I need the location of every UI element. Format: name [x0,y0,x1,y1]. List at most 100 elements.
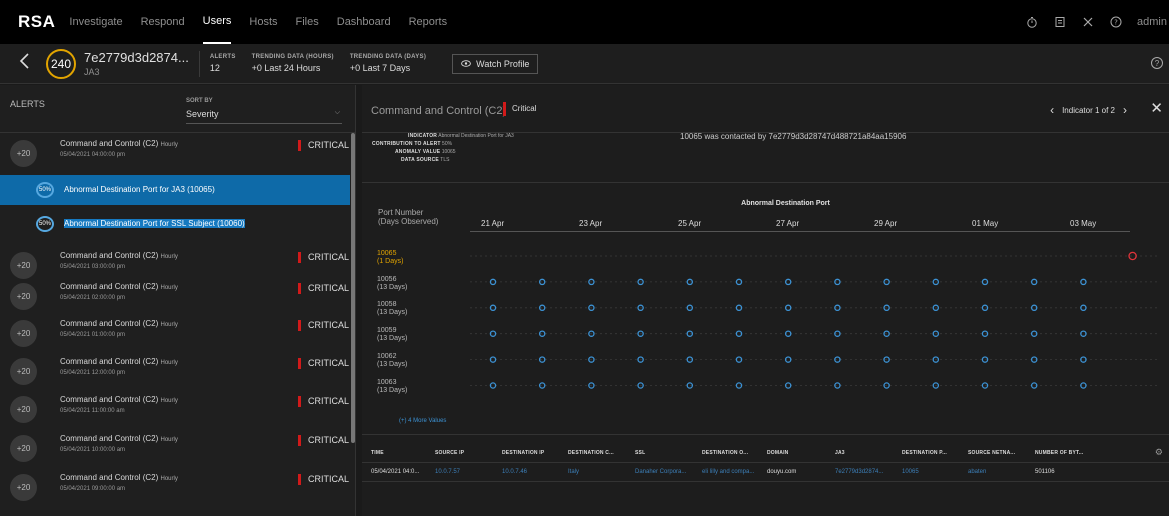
col-ja3[interactable]: JA3 [835,450,845,456]
row-header-text: Port Number [378,208,424,217]
events-table: TIME SOURCE IP DESTINATION IP DESTINATIO… [362,434,1169,516]
col-destination-ip[interactable]: DESTINATION IP [502,450,544,456]
alert-row[interactable]: +20 Command and Control (C2) Hourly 05/0… [0,276,350,315]
date-tick: 03 May [1070,219,1097,228]
alert-severity: CRITICAL [298,396,349,407]
cell-destination-org[interactable]: eli lilly and compa... [702,469,754,475]
indicator-pager-text: Indicator 1 of 2 [1062,105,1115,115]
alert-row[interactable]: +20 Command and Control (C2) Hourly 05/0… [0,133,350,172]
trend-hours-label: TRENDING DATA (HOURS) [251,54,334,60]
col-destination-country[interactable]: DESTINATION C... [568,450,614,456]
watch-profile-button[interactable]: Watch Profile [452,53,539,74]
port-number: 10065 [377,250,397,257]
cell-destination-ip[interactable]: 10.0.7.46 [502,469,527,475]
contribution-value: 50% [442,141,453,147]
table-row[interactable]: 05/04/2021 04:0... 10.0.7.57 10.0.7.46 I… [362,464,1169,482]
more-values-link[interactable]: (+) 4 More Values [399,418,446,424]
alerts-stat: ALERTS 12 [210,54,236,73]
alert-title: Command and Control (C2) Hourly [60,473,178,482]
timer-icon[interactable] [1025,15,1039,29]
alerts-stat-label: ALERTS [209,54,236,60]
port-label: 10062 (13 Days) [377,353,407,369]
col-number-of-bytes[interactable]: NUMBER OF BYT... [1035,450,1083,456]
col-destination-port[interactable]: DESTINATION P... [902,450,947,456]
sort-select-value: Severity [186,109,219,119]
indicator-row[interactable]: 50% Abnormal Destination Port for SSL Su… [0,209,350,239]
prev-indicator-icon[interactable]: ‹ [1050,103,1054,117]
port-days: (13 Days) [377,335,408,342]
alert-frequency: Hourly [160,360,178,366]
eye-icon [461,59,472,69]
indicator-percent: 50% [36,182,54,198]
alert-frequency: Hourly [160,142,178,148]
nav-users[interactable]: Users [202,0,232,44]
cell-time: 05/04/2021 04:0... [371,469,420,475]
cell-source-netname[interactable]: abaten [968,469,986,475]
cell-source-ip[interactable]: 10.0.7.57 [435,469,460,475]
rsa-logo[interactable]: RSA [18,12,55,32]
alert-row[interactable]: +20 Command and Control (C2) Hourly 05/0… [0,428,350,467]
port-days: (13 Days) [377,361,408,368]
nav-hosts[interactable]: Hosts [249,0,277,44]
alert-title-text: Command and Control (C2) [60,319,159,328]
port-days: (1 Days) [377,258,404,265]
next-indicator-icon[interactable]: › [1123,103,1127,117]
cell-destination-country[interactable]: Italy [568,469,579,475]
nav-investigate[interactable]: Investigate [69,0,122,44]
alert-severity: CRITICAL [298,435,349,446]
col-destination-org[interactable]: DESTINATION O... [702,450,748,456]
nav-right: ? admin [1025,0,1169,44]
port-days: (13 Days) [377,284,408,291]
alert-date: 05/04/2021 12:00:00 pm [60,370,126,376]
col-source-netname[interactable]: SOURCE NETNA... [968,450,1015,456]
alert-row[interactable]: +20 Command and Control (C2) Hourly 05/0… [0,389,350,428]
help-icon[interactable]: ? [1109,15,1123,29]
alerts-scrollbar[interactable] [351,133,355,443]
nav-reports[interactable]: Reports [409,0,448,44]
col-domain[interactable]: DOMAIN [767,450,788,456]
page-help-icon[interactable]: ? [1151,57,1163,69]
alert-severity: CRITICAL [298,140,349,151]
indicator-pager: ‹ Indicator 1 of 2 › [1042,103,1135,117]
sort-select[interactable]: Severity ⌵ [186,109,342,124]
nav-files[interactable]: Files [296,0,319,44]
back-button[interactable] [18,52,40,76]
nav-respond[interactable]: Respond [141,0,185,44]
gear-icon[interactable]: ⚙ [1155,447,1163,458]
port-number: 10059 [377,327,397,334]
alert-frequency: Hourly [160,254,178,260]
cell-destination-port[interactable]: 10065 [902,469,919,475]
user-menu[interactable]: admin [1137,16,1167,28]
col-ssl[interactable]: SSL [635,450,645,456]
abnormal-port-chart: Abnormal Destination Port Port Number (D… [362,182,1169,434]
port-number: 10056 [377,276,397,283]
tools-icon[interactable] [1081,15,1095,29]
nav-dashboard[interactable]: Dashboard [337,0,391,44]
port-days: (13 Days) [377,387,408,394]
detail-header: Command and Control (C2) Critical ‹ Indi… [362,85,1169,133]
col-source-ip[interactable]: SOURCE IP [435,450,464,456]
entity-header: 240 7e2779d3d2874... JA3 ALERTS 12 TREND… [0,44,1169,84]
indicator-row-selected[interactable]: 50% Abnormal Destination Port for JA3 (1… [0,175,350,205]
alert-score: +20 [10,396,37,423]
alert-score: +20 [10,140,37,167]
alert-title-text: Command and Control (C2) [60,473,159,482]
indicator-name: Abnormal Destination Port for JA3 (10065… [64,185,215,194]
alert-score: +20 [10,252,37,279]
alert-row[interactable]: +20 Command and Control (C2) Hourly 05/0… [0,313,350,352]
alert-date: 05/04/2021 09:00:00 am [60,486,126,492]
notes-icon[interactable] [1053,15,1067,29]
alert-row[interactable]: +20 Command and Control (C2) Hourly 05/0… [0,467,350,506]
data-source-value: TLS [440,157,450,163]
close-icon[interactable]: ✕ [1150,99,1163,117]
col-time[interactable]: TIME [371,450,384,456]
alert-date: 05/04/2021 11:00:00 am [60,408,125,414]
sort-by-label: SORT BY [186,98,213,104]
cell-ja3[interactable]: 7e2779d3d2874... [835,469,883,475]
alert-row[interactable]: +20 Command and Control (C2) Hourly 05/0… [0,351,350,390]
cell-ssl[interactable]: Danaher Corpora... [635,469,686,475]
alert-severity: CRITICAL [298,252,349,263]
port-label: 10056 (13 Days) [377,276,407,292]
port-label-anomaly: 10065 (1 Days) [377,250,403,266]
indicator-kv: INDICATOR Abnormal Destination Port for … [408,133,514,139]
